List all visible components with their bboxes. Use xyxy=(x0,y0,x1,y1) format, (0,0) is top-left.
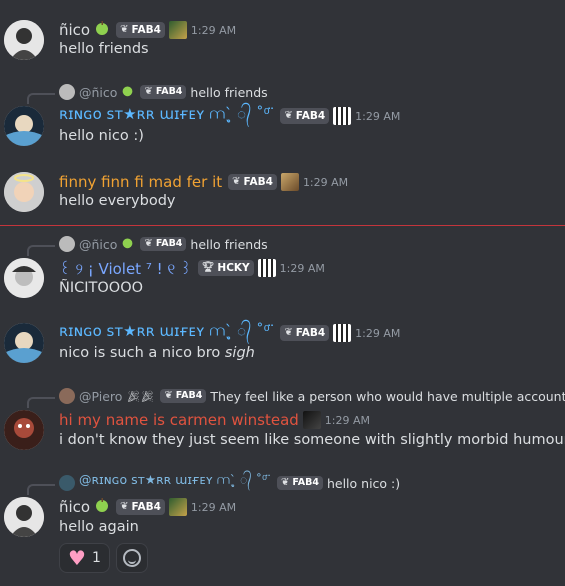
guild-tag[interactable]: ❦ FAB4 xyxy=(116,499,165,515)
role-icon xyxy=(257,259,276,277)
chat-log: ñico ❦ FAB4 1:29 AM hello friends @ñico ❦… xyxy=(0,0,565,586)
green-apple-icon xyxy=(94,20,110,40)
author-name[interactable]: hi my name is carmen winstead xyxy=(59,411,299,429)
guild-tag[interactable]: ❦ FAB4 xyxy=(160,389,207,403)
add-reaction-button[interactable] xyxy=(115,543,148,573)
timestamp[interactable]: 1:29 AM xyxy=(355,327,400,340)
author-name[interactable]: ʀɪɴɢᴏ sᴛ★ʀʀ ɯɪғᴇʏ ⩋ˎ̥̀ ᭄ ˚⁰ ̈ xyxy=(59,320,274,347)
avatar[interactable] xyxy=(4,323,44,363)
timestamp[interactable]: 1:29 AM xyxy=(191,24,236,37)
reply-preview[interactable]: @ñico ❦ FAB4 hello friends xyxy=(59,83,268,101)
reply-author[interactable]: @ʀɪɴɢᴏ sᴛ★ʀʀ ɯɪғᴇʏ ⩋ˎ̥̀ ᭄ ˚⁰ ̈ xyxy=(79,472,271,494)
reply-text: They feel like a person who would have m… xyxy=(210,388,565,404)
timestamp[interactable]: 1:29 AM xyxy=(303,176,348,189)
reply-author[interactable]: @Piero xyxy=(79,389,122,404)
avatar[interactable] xyxy=(4,497,44,537)
avatar[interactable] xyxy=(4,258,44,298)
guild-tag[interactable]: ❦ FAB4 xyxy=(276,476,323,490)
role-icon xyxy=(168,21,187,39)
guild-tag[interactable]: ❦ FAB4 xyxy=(280,108,330,124)
leaf-icon: ❦ xyxy=(120,24,129,35)
reaction-heart[interactable]: ♥ 1 xyxy=(59,543,110,573)
role-icon xyxy=(168,498,187,516)
timestamp[interactable]: 1:29 AM xyxy=(191,501,236,514)
avatar[interactable] xyxy=(4,20,44,60)
message-text: ÑICITOOOO xyxy=(59,280,144,296)
reply-author[interactable]: @ñico xyxy=(79,237,117,252)
role-icon xyxy=(333,324,352,342)
reply-text: hello friends xyxy=(190,84,268,100)
message-text: hello friends xyxy=(59,41,149,57)
reactions-bar: ♥ 1 xyxy=(59,543,148,573)
leaf-icon: ❦ xyxy=(284,110,293,121)
guild-tag[interactable]: ❦ FAB4 xyxy=(140,237,187,251)
author-name[interactable]: finny finn fi mad fer it xyxy=(59,173,222,191)
leaf-icon: ❦ xyxy=(144,238,153,249)
avatar[interactable] xyxy=(4,106,44,146)
heart-icon: ♥ xyxy=(68,546,86,570)
guild-tag[interactable]: 🏆︎ HCKY xyxy=(197,260,254,276)
author-name[interactable]: ʀɪɴɢᴏ sᴛ★ʀʀ ɯɪғᴇʏ ⩋ˎ̥̀ ᭄ ˚⁰ ̈ xyxy=(59,103,274,130)
reply-avatar xyxy=(59,84,75,100)
leaf-icon: ❦ xyxy=(144,86,153,97)
reply-spine xyxy=(27,93,55,104)
add-reaction-icon xyxy=(122,549,141,567)
leaf-icon: ❦ xyxy=(232,176,241,187)
reply-preview[interactable]: @ʀɪɴɢᴏ sᴛ★ʀʀ ɯɪғᴇʏ ⩋ˎ̥̀ ᭄ ˚⁰ ̈ ❦ FAB4 hel… xyxy=(59,472,401,494)
trophy-icon: 🏆︎ xyxy=(201,262,215,273)
message-text: hello again xyxy=(59,519,139,535)
timestamp[interactable]: 1:29 AM xyxy=(355,110,400,123)
reply-text: hello nico :) xyxy=(326,475,401,491)
author-name[interactable]: ñico xyxy=(59,498,90,516)
leaf-icon: ❦ xyxy=(280,477,290,488)
role-icon xyxy=(280,173,299,191)
green-apple-icon xyxy=(94,497,110,517)
message-text: hello nico :) xyxy=(59,128,144,144)
guild-tag[interactable]: ❦ FAB4 xyxy=(280,325,330,341)
role-icon xyxy=(302,411,321,429)
green-apple-icon xyxy=(121,84,134,100)
reply-author[interactable]: @ñico xyxy=(79,85,117,100)
leaf-icon: ❦ xyxy=(284,327,293,338)
reply-avatar xyxy=(59,475,75,491)
author-name[interactable]: ñico xyxy=(59,21,90,39)
reply-avatar xyxy=(59,388,75,404)
new-messages-divider xyxy=(0,225,565,226)
timestamp[interactable]: 1:29 AM xyxy=(325,414,370,427)
message-text: hello everybody xyxy=(59,193,176,209)
author-name[interactable]: ꒰ ୨ ¡ Violet ⁷ ! ୧ ꒱ xyxy=(59,258,192,278)
leaf-icon: ❦ xyxy=(120,501,129,512)
party-icon: 🎉︎🎉︎ xyxy=(126,389,155,403)
guild-tag[interactable]: ❦ FAB4 xyxy=(140,85,187,99)
reply-spine xyxy=(27,397,55,408)
avatar[interactable] xyxy=(4,172,44,212)
reply-preview[interactable]: @ñico ❦ FAB4 hello friends xyxy=(59,235,268,253)
reply-text: hello friends xyxy=(190,236,268,252)
reply-avatar xyxy=(59,236,75,252)
avatar[interactable] xyxy=(4,410,44,450)
guild-tag[interactable]: ❦ FAB4 xyxy=(116,22,165,38)
reply-spine xyxy=(27,245,55,256)
leaf-icon: ❦ xyxy=(164,390,173,401)
message-text: nico is such a nico bro sigh xyxy=(59,345,255,361)
reply-preview[interactable]: @Piero 🎉︎🎉︎ ❦ FAB4 They feel like a perso… xyxy=(59,387,565,405)
reply-spine xyxy=(27,484,55,495)
message-text: i don't know they just seem like someone… xyxy=(59,432,565,448)
reaction-count: 1 xyxy=(91,550,101,566)
role-icon xyxy=(333,107,352,125)
timestamp[interactable]: 1:29 AM xyxy=(280,262,325,275)
green-apple-icon xyxy=(121,236,134,252)
guild-tag[interactable]: ❦ FAB4 xyxy=(228,174,277,190)
